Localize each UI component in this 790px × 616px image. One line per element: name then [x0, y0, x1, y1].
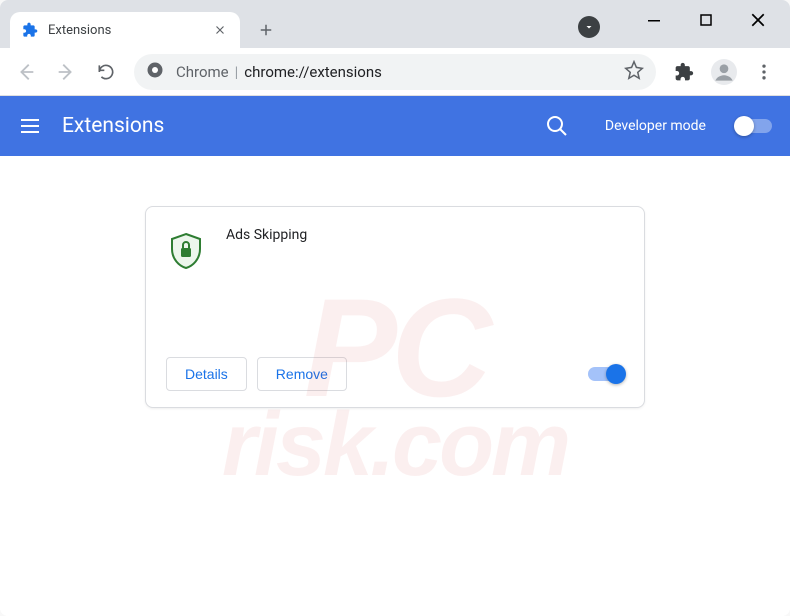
developer-mode-label: Developer mode: [605, 118, 706, 134]
close-tab-button[interactable]: [212, 22, 228, 38]
extensions-header: Extensions Developer mode: [0, 96, 790, 156]
content-area: PC risk.com Ads Skipping Details Remove: [0, 156, 790, 616]
url-text: Chrome | chrome://extensions: [176, 63, 382, 81]
forward-button[interactable]: [48, 54, 84, 90]
titlebar: Extensions: [0, 0, 790, 48]
maximize-button[interactable]: [696, 10, 716, 30]
browser-toolbar: Chrome | chrome://extensions: [0, 48, 790, 96]
toggle-thumb: [606, 364, 626, 384]
extension-card-top: Ads Skipping: [166, 227, 624, 347]
profile-avatar-icon[interactable]: [706, 54, 742, 90]
shield-lock-icon: [166, 231, 206, 271]
minimize-button[interactable]: [644, 10, 664, 30]
extension-card-actions: Details Remove: [166, 357, 624, 391]
extension-name: Ads Skipping: [226, 227, 307, 347]
reload-button[interactable]: [88, 54, 124, 90]
url-prefix: Chrome: [176, 63, 229, 81]
remove-button[interactable]: Remove: [257, 357, 347, 391]
watermark-line2: risk.com: [222, 407, 568, 484]
menu-button[interactable]: [746, 54, 782, 90]
back-button[interactable]: [8, 54, 44, 90]
details-button[interactable]: Details: [166, 357, 247, 391]
search-icon[interactable]: [545, 114, 569, 138]
bookmark-star-icon[interactable]: [624, 60, 644, 84]
page-title: Extensions: [62, 114, 525, 138]
developer-mode-toggle[interactable]: [736, 119, 772, 133]
close-window-button[interactable]: [748, 10, 768, 30]
media-indicator-icon[interactable]: [578, 16, 600, 38]
toggle-thumb: [734, 116, 754, 136]
address-bar[interactable]: Chrome | chrome://extensions: [134, 54, 656, 90]
browser-window: Extensions: [0, 0, 790, 616]
new-tab-button[interactable]: [252, 16, 280, 44]
extension-card: Ads Skipping Details Remove: [145, 206, 645, 408]
extensions-button[interactable]: [666, 54, 702, 90]
extension-puzzle-icon: [22, 22, 38, 38]
chrome-logo-icon: [146, 61, 164, 83]
url-path: chrome://extensions: [244, 63, 382, 81]
tab-title: Extensions: [48, 23, 202, 38]
url-separator: |: [235, 63, 239, 81]
window-controls: [644, 0, 790, 40]
browser-tab[interactable]: Extensions: [10, 12, 240, 48]
extension-enable-toggle[interactable]: [588, 367, 624, 381]
hamburger-menu-icon[interactable]: [18, 114, 42, 138]
